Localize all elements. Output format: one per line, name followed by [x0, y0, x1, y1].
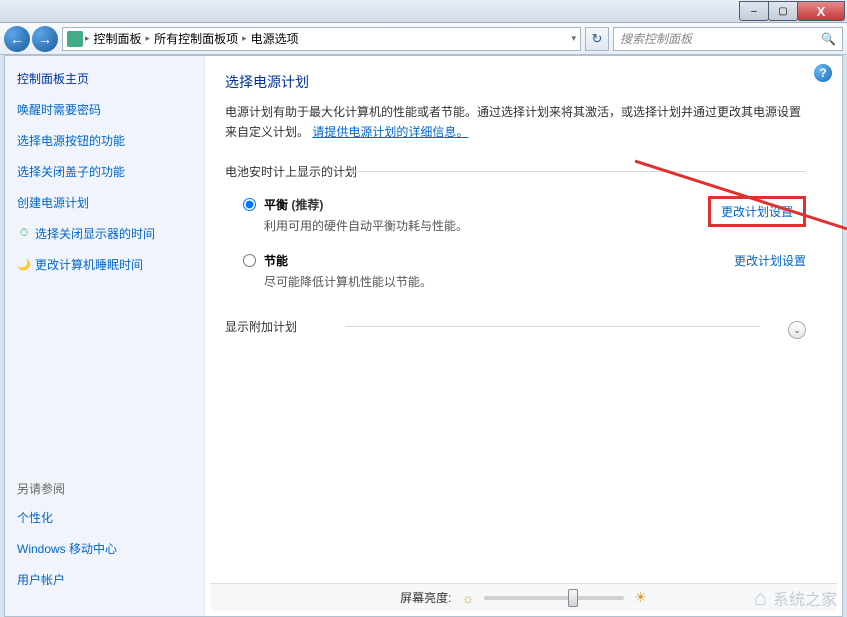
breadcrumb[interactable]: ▸ 控制面板 ▸ 所有控制面板项 ▸ 电源选项 ▾ — [62, 27, 581, 51]
plan-balanced: 平衡 (推荐) 利用可用的硬件自动平衡功耗与性能。 更改计划设置 — [225, 188, 806, 244]
control-panel-icon — [67, 31, 83, 47]
moon-icon: 🌙 — [17, 258, 31, 272]
main-panel: ? 选择电源计划 电源计划有助于最大化计算机的性能或者节能。通过选择计划来将其激… — [205, 56, 842, 616]
search-icon: 🔍 — [821, 32, 836, 46]
see-also-heading: 另请参阅 — [17, 480, 192, 497]
plan-balanced-name: 平衡 — [264, 198, 288, 212]
forward-button[interactable]: → — [32, 26, 58, 52]
crumb-control-panel[interactable]: 控制面板 — [92, 30, 144, 47]
maximize-button[interactable]: ▢ — [768, 1, 798, 21]
sidebar-link-user-accounts[interactable]: 用户帐户 — [17, 571, 192, 588]
page-title: 选择电源计划 — [225, 72, 806, 92]
sidebar-link-create-plan[interactable]: 创建电源计划 — [17, 194, 192, 211]
plan-balanced-recommended: (推荐) — [288, 198, 323, 212]
crumb-power-options[interactable]: 电源选项 — [249, 30, 301, 47]
sidebar-link-lid-close[interactable]: 选择关闭盖子的功能 — [17, 163, 192, 180]
plan-power-saver: 节能 尽可能降低计算机性能以节能。 更改计划设置 — [225, 244, 806, 300]
refresh-button[interactable]: ↻ — [585, 27, 609, 51]
plan-power-saver-desc: 尽可能降低计算机性能以节能。 — [264, 273, 734, 290]
close-button[interactable]: X — [797, 1, 845, 21]
sidebar: 控制面板主页 唤醒时需要密码 选择电源按钮的功能 选择关闭盖子的功能 创建电源计… — [5, 56, 205, 616]
sidebar-link-mobility[interactable]: Windows 移动中心 — [17, 540, 192, 557]
clock-icon: ⏱ — [17, 227, 31, 241]
search-input[interactable]: 搜索控制面板 🔍 — [613, 27, 843, 51]
sidebar-link-power-button[interactable]: 选择电源按钮的功能 — [17, 132, 192, 149]
page-description: 电源计划有助于最大化计算机的性能或者节能。通过选择计划来将其激活，或选择计划并通… — [225, 102, 806, 143]
brightness-slider-thumb[interactable] — [568, 589, 578, 607]
sun-dim-icon: ☼ — [461, 590, 474, 606]
plan-balanced-desc: 利用可用的硬件自动平衡功耗与性能。 — [264, 217, 708, 234]
brightness-slider[interactable] — [484, 596, 624, 600]
section-displayed-plans: 电池安时计上显示的计划 — [225, 163, 806, 180]
change-plan-settings-balanced[interactable]: 更改计划设置 — [721, 205, 793, 219]
minimize-button[interactable]: – — [739, 1, 769, 21]
back-button[interactable]: ← — [4, 26, 30, 52]
sidebar-link-wake-password[interactable]: 唤醒时需要密码 — [17, 101, 192, 118]
brightness-bar: 屏幕亮度: ☼ ☀ — [210, 583, 837, 611]
brightness-label: 屏幕亮度: — [400, 589, 451, 606]
sidebar-link-sleep-time[interactable]: 🌙更改计算机睡眠时间 — [17, 256, 192, 273]
crumb-all-items[interactable]: 所有控制面板项 — [152, 30, 240, 47]
plan-power-saver-name: 节能 — [264, 254, 288, 268]
expand-button[interactable]: ⌄ — [788, 321, 806, 339]
sidebar-link-personalize[interactable]: 个性化 — [17, 509, 192, 526]
search-placeholder: 搜索控制面板 — [620, 30, 692, 47]
help-icon[interactable]: ? — [814, 64, 832, 82]
plan-balanced-radio[interactable] — [243, 198, 256, 211]
sidebar-link-display-off[interactable]: ⏱选择关闭显示器的时间 — [17, 225, 192, 242]
highlight-annotation: 更改计划设置 — [708, 196, 806, 227]
plan-power-saver-radio[interactable] — [243, 254, 256, 267]
sun-bright-icon: ☀ — [634, 589, 647, 606]
sidebar-heading: 控制面板主页 — [17, 70, 192, 87]
chevron-right-icon: ▸ — [146, 33, 151, 44]
section-additional-plans: 显示附加计划 — [225, 318, 788, 335]
change-plan-settings-saver[interactable]: 更改计划设置 — [734, 252, 806, 269]
chevron-right-icon: ▸ — [242, 33, 247, 44]
details-link[interactable]: 请提供电源计划的详细信息。 — [312, 125, 468, 139]
chevron-right-icon: ▸ — [85, 33, 90, 44]
dropdown-icon[interactable]: ▾ — [571, 33, 576, 44]
